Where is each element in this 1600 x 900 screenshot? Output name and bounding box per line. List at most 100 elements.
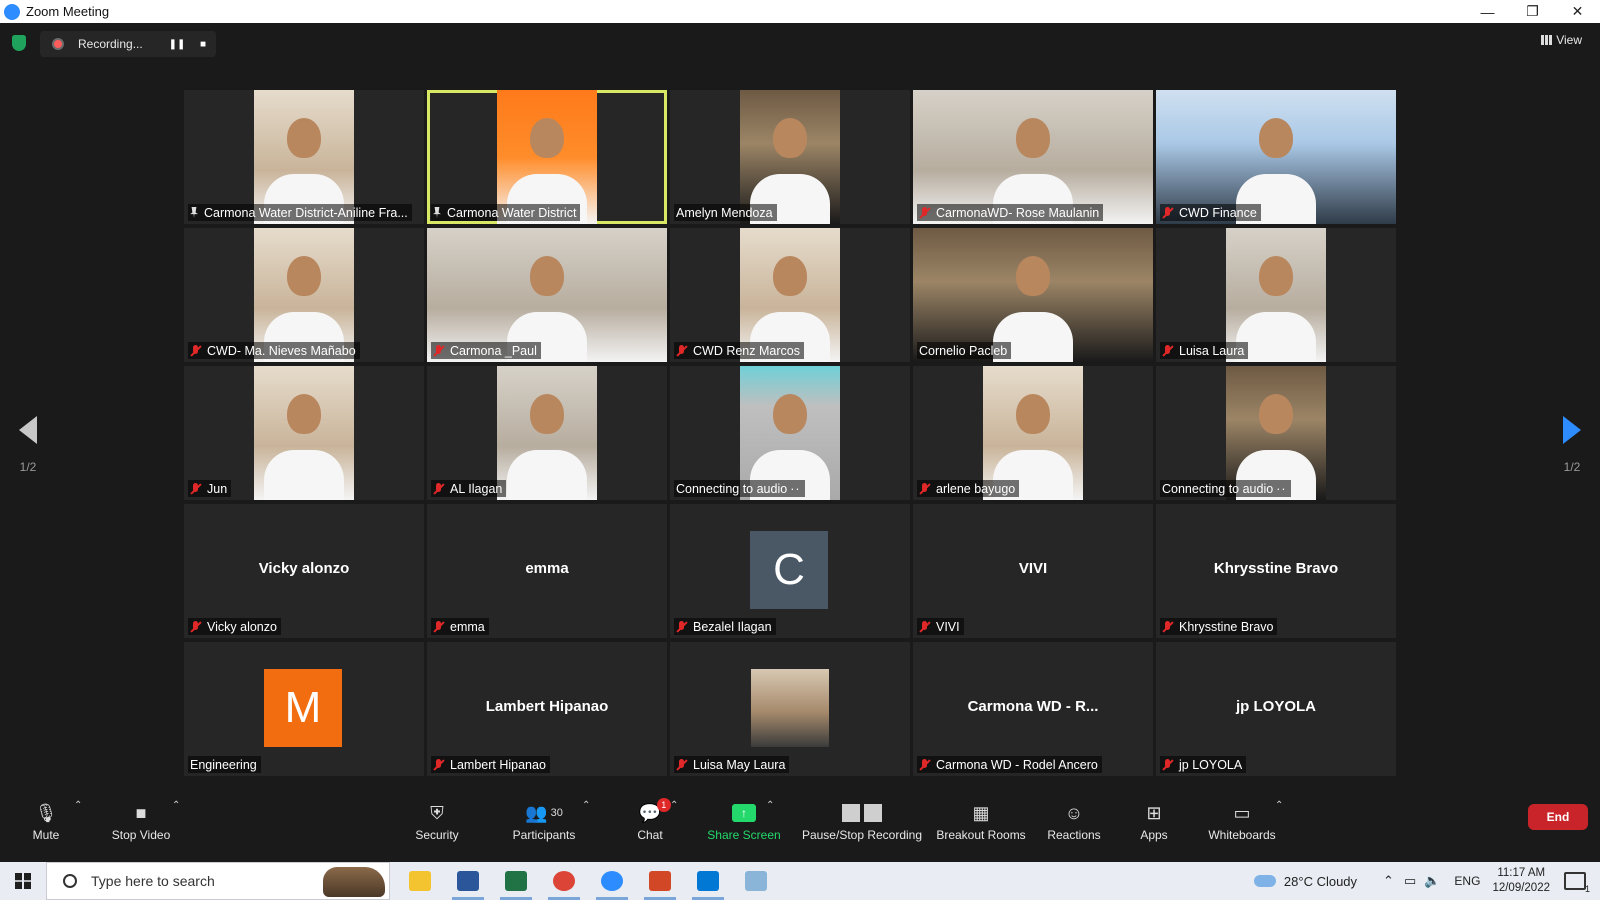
breakout-rooms-icon: ▦: [972, 802, 990, 823]
whiteboards-button[interactable]: ▭ Whiteboards: [1204, 796, 1280, 843]
participant-name: arlene bayugo: [936, 481, 1016, 496]
participants-caret[interactable]: ⌃: [582, 800, 590, 811]
participant-tile[interactable]: Carmona _Paul: [427, 228, 667, 362]
participant-tile[interactable]: Luisa Laura: [1156, 228, 1396, 362]
close-button[interactable]: ✕: [1555, 0, 1600, 23]
participant-name: CarmonaWD- Rose Maulanin: [936, 205, 1100, 220]
weather-cloud-icon[interactable]: [1253, 875, 1276, 887]
breakout-rooms-button[interactable]: ▦ Breakout Rooms: [936, 796, 1026, 843]
muted-mic-icon: [676, 620, 688, 633]
participant-tile[interactable]: arlene bayugo: [913, 366, 1153, 500]
view-button[interactable]: View: [1541, 33, 1582, 47]
taskbar-app[interactable]: [492, 862, 540, 900]
participant-tile[interactable]: Jun: [184, 366, 424, 500]
mute-button[interactable]: 🎙 Mute: [26, 796, 66, 843]
chat-caret[interactable]: ⌃: [670, 800, 678, 811]
participant-tile[interactable]: emma emma: [427, 504, 667, 638]
taskbar-app[interactable]: [444, 862, 492, 900]
meeting-controls: 🎙 Mute ⌃ ■ Stop Video ⌃ ⛨ Security 👥 30 P…: [0, 794, 1600, 844]
minimize-button[interactable]: —: [1465, 0, 1510, 23]
participant-name-label: Luisa May Laura: [674, 756, 790, 773]
end-meeting-button[interactable]: End: [1528, 804, 1588, 830]
participant-name-label: Lambert Hipanao: [431, 756, 550, 773]
restore-button[interactable]: ❐: [1510, 0, 1555, 23]
participant-tile[interactable]: CWD Finance: [1156, 90, 1396, 224]
taskbar-app[interactable]: [636, 862, 684, 900]
participant-tile[interactable]: Cornelio Pacleb: [913, 228, 1153, 362]
share-caret[interactable]: ⌃: [766, 800, 774, 811]
next-page-button[interactable]: 1/2: [1552, 416, 1592, 474]
stop-recording-button[interactable]: ■: [190, 31, 216, 57]
participant-tile[interactable]: Amelyn Mendoza: [670, 90, 910, 224]
previous-page-button[interactable]: 1/2: [8, 416, 48, 474]
whiteboards-caret[interactable]: ⌃: [1275, 800, 1283, 811]
participant-face: [1016, 256, 1050, 296]
recording-dot-icon: [52, 38, 64, 50]
weather-text[interactable]: 28°C Cloudy: [1284, 874, 1357, 889]
taskbar-search[interactable]: Type here to search: [46, 862, 390, 900]
participant-tile[interactable]: CarmonaWD- Rose Maulanin: [913, 90, 1153, 224]
recording-indicator: Recording... ❚❚ ■: [40, 31, 216, 57]
participant-tile[interactable]: Connecting to audio ··: [1156, 366, 1396, 500]
participant-tile[interactable]: Khrysstine Bravo Khrysstine Bravo: [1156, 504, 1396, 638]
taskbar-app[interactable]: [396, 862, 444, 900]
page-indicator-left: 1/2: [19, 460, 37, 474]
participant-name: AL Ilagan: [450, 481, 503, 496]
pause-recording-button[interactable]: ❚❚: [164, 31, 190, 57]
chat-button[interactable]: 💬 1 Chat: [630, 796, 671, 842]
stop-video-button[interactable]: ■ Stop Video: [104, 796, 178, 843]
view-label: View: [1556, 33, 1582, 47]
participants-count: 30: [550, 807, 563, 819]
taskbar-clock[interactable]: 11:17 AM 12/09/2022: [1492, 866, 1550, 896]
apps-button[interactable]: ⊞ Apps: [1134, 796, 1174, 843]
participant-name: Carmona Water District: [447, 205, 577, 220]
muted-mic-icon: [1162, 206, 1174, 219]
word-icon: [457, 871, 479, 891]
participant-tile[interactable]: Connecting to audio ··: [670, 366, 910, 500]
participant-name-label: jp LOYOLA: [1160, 756, 1247, 773]
participant-tile[interactable]: Carmona WD - R... Carmona WD - Rodel Ance…: [913, 642, 1153, 776]
participants-button[interactable]: 👥 30 Participants: [508, 796, 580, 843]
language-indicator[interactable]: ENG: [1454, 874, 1480, 888]
taskbar-app[interactable]: [588, 862, 636, 900]
notification-center-icon[interactable]: 1: [1564, 872, 1590, 894]
pause-stop-recording-button[interactable]: Pause/Stop Recording: [800, 796, 924, 842]
video-options-caret[interactable]: ⌃: [172, 800, 180, 811]
mute-label: Mute: [32, 828, 60, 842]
participant-tile[interactable]: Carmona Water District: [427, 90, 667, 224]
participant-tile[interactable]: C Bezalel Ilagan: [670, 504, 910, 638]
encryption-shield-icon[interactable]: [12, 35, 26, 51]
windows-taskbar: Type here to search 28°C Cloudy ⌃ ▭ 🔈 EN…: [0, 862, 1600, 900]
participant-tile[interactable]: CWD Renz Marcos: [670, 228, 910, 362]
participant-name: CWD Renz Marcos: [693, 343, 800, 358]
participant-face: [1016, 118, 1050, 158]
participant-tile[interactable]: M Engineering: [184, 642, 424, 776]
participant-tile[interactable]: VIVI VIVI: [913, 504, 1153, 638]
participant-name-label: Luisa Laura: [1160, 342, 1249, 359]
participant-name-label: Engineering: [188, 756, 261, 773]
participant-face: [773, 118, 807, 158]
participant-name-label: Cornelio Pacleb: [917, 342, 1012, 359]
participant-name: VIVI: [936, 619, 960, 634]
security-button[interactable]: ⛨ Security: [412, 796, 462, 843]
participant-tile[interactable]: Lambert Hipanao Lambert Hipanao: [427, 642, 667, 776]
participant-face: [530, 394, 564, 434]
network-icon[interactable]: ▭: [1404, 873, 1416, 889]
taskbar-app[interactable]: [684, 862, 732, 900]
participant-tile[interactable]: Vicky alonzo Vicky alonzo: [184, 504, 424, 638]
audio-options-caret[interactable]: ⌃: [74, 800, 82, 811]
hidden-icons-chevron-icon[interactable]: ⌃: [1383, 873, 1394, 889]
apps-icon: ⊞: [1146, 802, 1162, 823]
start-button[interactable]: [0, 862, 46, 900]
taskbar-app[interactable]: [540, 862, 588, 900]
participant-display-name: Khrysstine Bravo: [1213, 560, 1339, 577]
participant-tile[interactable]: jp LOYOLA jp LOYOLA: [1156, 642, 1396, 776]
reactions-button[interactable]: ☺ Reactions: [1044, 796, 1104, 843]
participant-tile[interactable]: Luisa May Laura: [670, 642, 910, 776]
participant-tile[interactable]: AL Ilagan: [427, 366, 667, 500]
participant-name: jp LOYOLA: [1179, 757, 1243, 772]
taskbar-app[interactable]: [732, 862, 780, 900]
participant-tile[interactable]: Carmona Water District-Aniline Fra...: [184, 90, 424, 224]
participant-tile[interactable]: CWD- Ma. Nieves Mañabo: [184, 228, 424, 362]
volume-icon[interactable]: 🔈: [1424, 873, 1440, 889]
